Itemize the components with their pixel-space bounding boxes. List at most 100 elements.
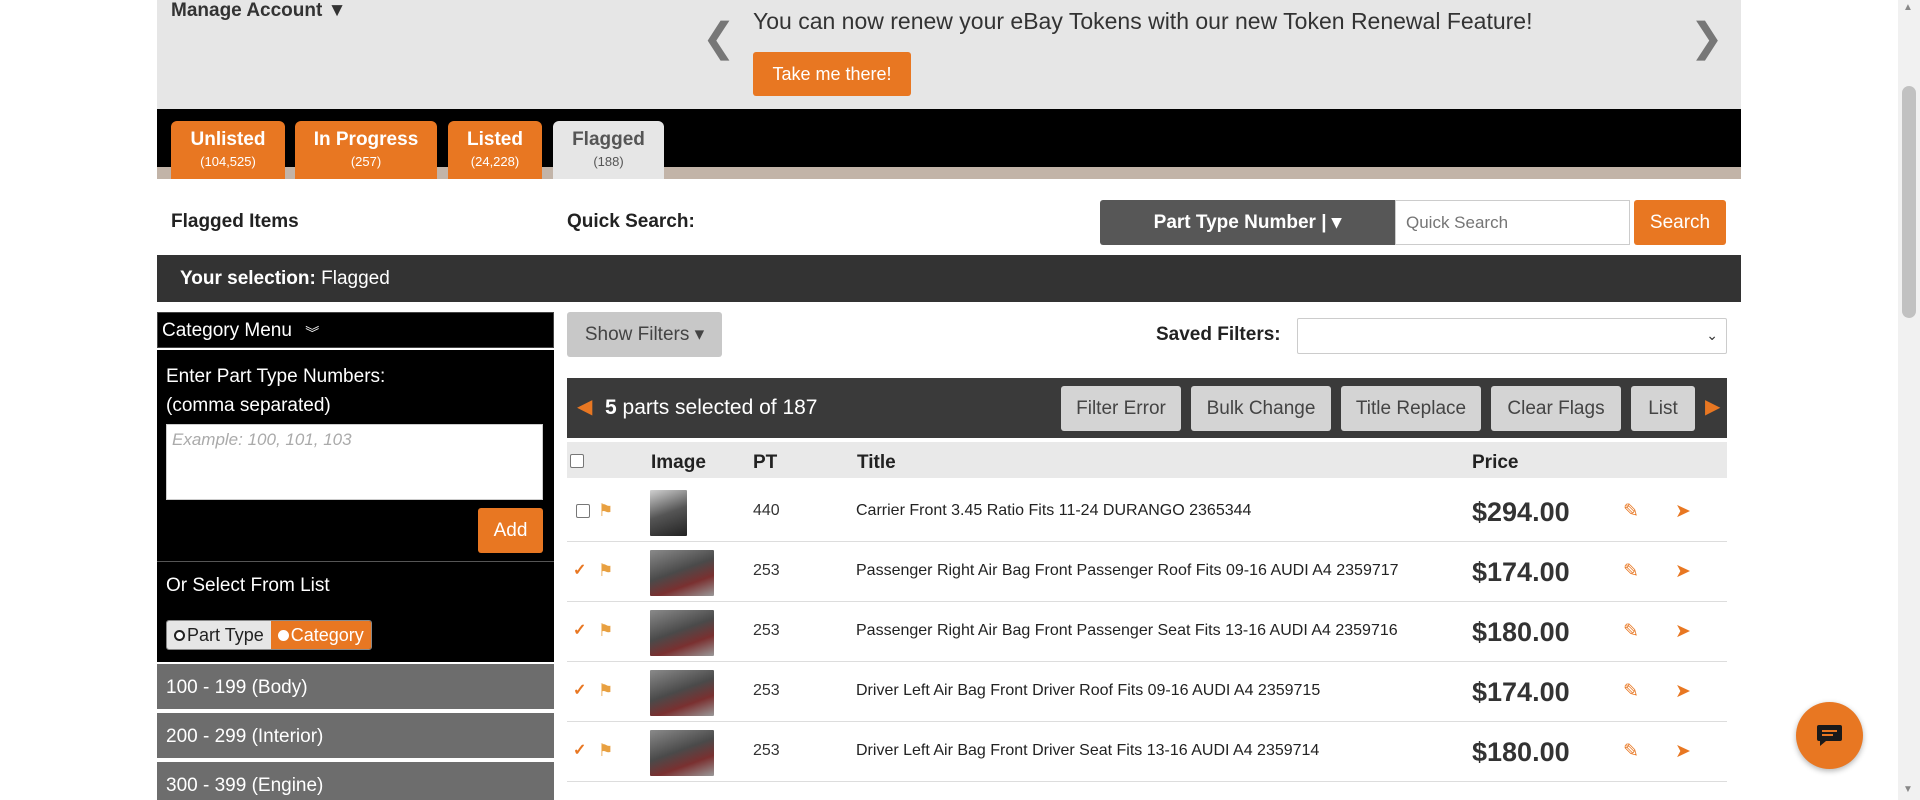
row-selected-check-icon[interactable]: ✓ [573, 620, 586, 640]
part-thumbnail[interactable] [650, 550, 714, 596]
part-type-label-line1: Enter Part Type Numbers: [166, 366, 386, 387]
status-tabs: Unlisted (104,525) In Progress (257) Listed (… [157, 109, 1741, 179]
part-type-input[interactable] [166, 424, 543, 500]
tab-count: (257) [350, 154, 382, 169]
results-panel: Show Filters ▾ Saved Filters: ⌄ ◀ 5 part… [567, 312, 1727, 800]
bulk-change-button[interactable]: Bulk Change [1191, 386, 1331, 431]
announcement-banner: Manage Account ▼ ❮ You can now renew you… [157, 0, 1741, 109]
table-row[interactable]: ✓ ⚑ 253 Driver Left Air Bag Front Driver Ro… [567, 662, 1727, 722]
scroll-right-icon[interactable]: ▶ [1705, 394, 1720, 419]
flag-icon[interactable]: ⚑ [598, 681, 613, 701]
selection-bar: Your selection: Flagged [157, 255, 1741, 302]
chat-button[interactable] [1796, 702, 1863, 769]
tab-count: (188) [593, 154, 624, 169]
saved-filters-select[interactable]: ⌄ [1297, 318, 1727, 354]
category-radio[interactable]: Category [270, 621, 371, 649]
saved-filters-label: Saved Filters: [1156, 324, 1281, 345]
list-mode-toggle: Part Type Category [166, 620, 372, 650]
part-type-radio[interactable]: Part Type [167, 621, 271, 649]
send-icon[interactable]: ➤ [1675, 620, 1691, 643]
add-button[interactable]: Add [478, 508, 543, 553]
page-heading: Flagged Items [171, 211, 299, 232]
carousel-next-icon[interactable]: ❯ [1690, 18, 1724, 58]
part-type-number: 253 [753, 562, 780, 579]
part-type-number: 253 [753, 742, 780, 759]
take-me-there-button[interactable]: Take me there! [753, 52, 911, 96]
send-icon[interactable]: ➤ [1675, 740, 1691, 763]
title-replace-button[interactable]: Title Replace [1341, 386, 1481, 431]
selection-value: Flagged [321, 268, 390, 289]
selection-label: Your selection: [180, 268, 316, 289]
radio-selected-icon [174, 630, 185, 641]
tab-label: Listed [467, 129, 523, 150]
row-selected-check-icon[interactable]: ✓ [573, 560, 586, 580]
part-price: $180.00 [1472, 617, 1570, 647]
column-image: Image [651, 452, 706, 473]
range-item-interior[interactable]: 200 - 299 (Interior) [157, 713, 554, 760]
part-thumbnail[interactable] [650, 670, 714, 716]
scroll-thumb[interactable] [1902, 86, 1916, 318]
edit-icon[interactable]: ✎ [1623, 500, 1639, 523]
part-title: Passenger Right Air Bag Front Passenger … [856, 562, 1399, 579]
part-type-number: 253 [753, 682, 780, 699]
category-menu-toggle[interactable]: Category Menu ︾ [157, 312, 554, 348]
carousel-prev-icon[interactable]: ❮ [702, 18, 736, 58]
scroll-left-icon[interactable]: ◀ [577, 394, 592, 419]
scroll-down-icon[interactable]: ▼ [1903, 784, 1913, 795]
column-pt: PT [753, 452, 778, 473]
part-thumbnail[interactable] [650, 730, 714, 776]
edit-icon[interactable]: ✎ [1623, 560, 1639, 583]
table-row[interactable]: ✓ ⚑ 253 Passenger Right Air Bag Front Passe… [567, 602, 1727, 662]
category-panel: Enter Part Type Numbers: (comma separate… [157, 350, 554, 662]
select-all-checkbox[interactable] [570, 452, 584, 474]
flag-icon[interactable]: ⚑ [598, 621, 613, 641]
filter-error-button[interactable]: Filter Error [1061, 386, 1181, 431]
part-title: Carrier Front 3.45 Ratio Fits 11-24 DURA… [856, 502, 1252, 519]
send-icon[interactable]: ➤ [1675, 560, 1691, 583]
checkbox-icon [570, 454, 584, 468]
category-radio-label: Category [290, 625, 364, 645]
part-thumbnail[interactable] [650, 490, 687, 536]
flag-icon[interactable]: ⚑ [598, 741, 613, 761]
table-row[interactable]: ⚑ 440 Carrier Front 3.45 Ratio Fits 11-24 … [567, 482, 1727, 542]
edit-icon[interactable]: ✎ [1623, 680, 1639, 703]
row-selected-check-icon[interactable]: ✓ [573, 680, 586, 700]
range-item-body[interactable]: 100 - 199 (Body) [157, 664, 554, 711]
table-row[interactable]: ✓ ⚑ 253 Driver Left Air Bag Front Driver Se… [567, 722, 1727, 782]
tab-label: Unlisted [190, 129, 266, 150]
page: Manage Account ▼ ❮ You can now renew you… [157, 0, 1741, 800]
part-thumbnail[interactable] [650, 610, 714, 656]
show-filters-button[interactable]: Show Filters ▾ [567, 312, 722, 357]
part-price: $174.00 [1472, 677, 1570, 707]
table-row[interactable]: ✓ ⚑ 253 Passenger Right Air Bag Front Passe… [567, 542, 1727, 602]
scroll-up-icon[interactable]: ▲ [1903, 2, 1913, 13]
tab-unlisted[interactable]: Unlisted (104,525) [171, 121, 285, 179]
divider [157, 561, 554, 562]
flag-icon[interactable]: ⚑ [598, 561, 613, 581]
checkbox-icon [576, 504, 590, 518]
part-title: Driver Left Air Bag Front Driver Seat Fi… [856, 742, 1320, 759]
quick-search-input[interactable] [1395, 200, 1630, 245]
send-icon[interactable]: ➤ [1675, 500, 1691, 523]
search-type-dropdown[interactable]: Part Type Number | ▾ [1100, 200, 1395, 245]
row-selected-check-icon[interactable]: ✓ [573, 740, 586, 760]
edit-icon[interactable]: ✎ [1623, 740, 1639, 763]
tab-in-progress[interactable]: In Progress (257) [295, 121, 437, 179]
part-price: $174.00 [1472, 557, 1570, 587]
row-checkbox[interactable] [576, 504, 590, 523]
search-button[interactable]: Search [1634, 200, 1726, 245]
send-icon[interactable]: ➤ [1675, 680, 1691, 703]
clear-flags-button[interactable]: Clear Flags [1491, 386, 1621, 431]
tab-listed[interactable]: Listed (24,228) [448, 121, 542, 179]
flag-icon[interactable]: ⚑ [598, 501, 613, 521]
page-scrollbar[interactable]: ▲ ▼ [1898, 0, 1920, 800]
category-menu-label: Category Menu [162, 320, 292, 341]
manage-account-menu[interactable]: Manage Account ▼ [171, 0, 346, 22]
edit-icon[interactable]: ✎ [1623, 620, 1639, 643]
chevron-down-icon: ⌄ [1706, 327, 1718, 343]
range-item-engine[interactable]: 300 - 399 (Engine) [157, 762, 554, 800]
tab-flagged[interactable]: Flagged (188) [553, 121, 664, 179]
part-type-number: 440 [753, 502, 780, 519]
list-button[interactable]: List [1631, 386, 1695, 431]
or-select-label: Or Select From List [166, 575, 330, 596]
